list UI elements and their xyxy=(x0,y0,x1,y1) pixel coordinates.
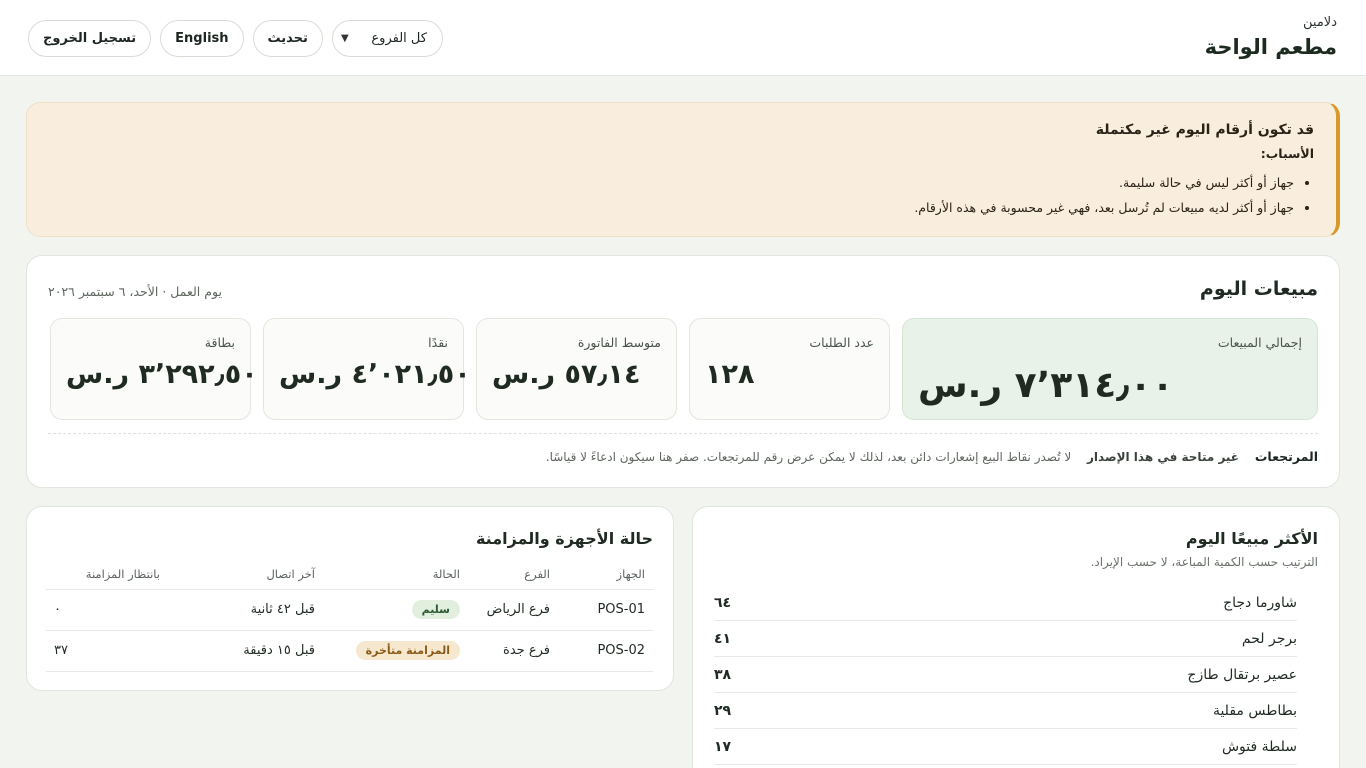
header-controls: ▼ كل الفروع تحديث English تسجيل الخروج xyxy=(28,20,443,57)
device-id: POS-02 xyxy=(558,630,653,672)
item-name: شاورما دجاج xyxy=(1223,594,1297,611)
devices-table: الجهاز الفرع الحالة آخر اتصال بانتظار ال… xyxy=(46,559,653,672)
item-name: عصير برتقال طازج xyxy=(1187,666,1297,683)
kpi-value: ١٢٨ xyxy=(705,359,755,390)
kpi-label: عدد الطلبات xyxy=(809,335,874,350)
device-branch: فرع جدة xyxy=(468,630,558,672)
todays-sales-card: مبيعات اليوم يوم العمل · الأحد، ٦ سبتمبر… xyxy=(26,255,1340,488)
kpi-cash: نقدًا ٤٬٠٢١٫٥٠ ر.س xyxy=(263,318,471,420)
device-pending: ٣٧ xyxy=(46,630,168,672)
warning-reason: جهاز أو أكثر لديه مبيعات لم تُرسل بعد، ف… xyxy=(49,195,1294,220)
item-count: ١٧ xyxy=(714,738,732,755)
item-count: ٤١ xyxy=(714,630,732,647)
item-name: بطاطس مقلية xyxy=(1212,702,1297,719)
item-count: ٣٨ xyxy=(714,666,732,683)
returns-row: المرتجعات غير متاحة في هذا الإصدار لا تُ… xyxy=(546,449,1318,464)
kpi-label: بطاقة xyxy=(204,335,235,350)
sales-title: مبيعات اليوم xyxy=(1199,278,1318,300)
list-item: برجر لحم ٤١ xyxy=(714,621,1297,657)
column-header: الجهاز xyxy=(558,559,653,590)
warning-title: قد تكون أرقام اليوم غير مكتملة xyxy=(1095,122,1314,138)
kpi-value: ٤٬٠٢١٫٥٠ ر.س xyxy=(279,359,471,390)
warning-reasons-list: جهاز أو أكثر ليس في حالة سليمة. جهاز أو … xyxy=(49,170,1314,220)
table-header-row: الجهاز الفرع الحالة آخر اتصال بانتظار ال… xyxy=(46,559,653,590)
status-badge: سليم xyxy=(411,600,460,619)
top-sellers-hint: الترتيب حسب الكمية المباعة، لا حسب الإير… xyxy=(1090,555,1318,569)
kpi-label: إجمالي المبيعات xyxy=(1217,335,1302,350)
table-row: POS-02 فرع جدة المزامنة متأخرة قبل ١٥ دق… xyxy=(46,630,653,672)
branch-select-value: كل الفروع xyxy=(371,31,427,46)
top-sellers-title: الأكثر مبيعًا اليوم xyxy=(1185,529,1318,548)
business-day: يوم العمل · الأحد، ٦ سبتمبر ٢٠٢٦ xyxy=(48,284,222,299)
kpi-value: ٣٬٢٩٢٫٥٠ ر.س xyxy=(66,359,258,390)
chevron-down-icon: ▼ xyxy=(340,33,349,44)
list-item: عصير برتقال طازج ٣٨ xyxy=(714,657,1297,693)
returns-note: لا تُصدر نقاط البيع إشعارات دائن بعد، لذ… xyxy=(545,450,1072,464)
divider xyxy=(48,433,1318,434)
incomplete-data-warning: قد تكون أرقام اليوم غير مكتملة الأسباب: … xyxy=(26,102,1340,237)
kpi-card: بطاقة ٣٬٢٩٢٫٥٠ ر.س xyxy=(50,318,258,420)
device-status-cell: سليم xyxy=(323,589,468,631)
list-item: شاورما دجاج ٦٤ xyxy=(714,585,1297,621)
column-header: الفرع xyxy=(468,559,558,590)
kpi-label: متوسط الفاتورة xyxy=(577,335,661,350)
item-count: ٢٩ xyxy=(714,702,732,719)
device-pending: ٠ xyxy=(46,589,168,631)
returns-label: المرتجعات xyxy=(1254,449,1318,464)
device-last-seen: قبل ١٥ دقيقة xyxy=(168,630,323,672)
kpi-average-invoice: متوسط الفاتورة ٥٧٫١٤ ر.س xyxy=(476,318,677,420)
restaurant-name: مطعم الواحة xyxy=(1204,35,1337,59)
kpi-value: ٥٧٫١٤ ر.س xyxy=(492,359,641,390)
column-header: آخر اتصال xyxy=(168,559,323,590)
warning-reasons-label: الأسباب: xyxy=(1260,146,1314,161)
column-header: بانتظار المزامنة xyxy=(46,559,168,590)
item-name: برجر لحم xyxy=(1241,630,1297,647)
devices-sync-card: حالة الأجهزة والمزامنة الجهاز الفرع الحا… xyxy=(26,506,674,691)
top-bar: دلامين مطعم الواحة ▼ كل الفروع تحديث Eng… xyxy=(0,0,1366,76)
language-button[interactable]: English xyxy=(160,20,244,57)
status-badge: المزامنة متأخرة xyxy=(355,641,460,660)
warning-reason: جهاز أو أكثر ليس في حالة سليمة. xyxy=(49,170,1294,195)
list-item: بطاطس مقلية ٢٩ xyxy=(714,693,1297,729)
brand-subtitle: دلامين xyxy=(1303,15,1337,30)
kpi-total-sales: إجمالي المبيعات ٧٬٣١٤٫٠٠ ر.س xyxy=(902,318,1318,420)
item-count: ٦٤ xyxy=(714,594,732,611)
branch-select[interactable]: ▼ كل الفروع xyxy=(331,20,443,57)
top-sellers-list: شاورما دجاج ٦٤ برجر لحم ٤١ عصير برتقال ط… xyxy=(714,585,1297,765)
item-name: سلطة فتوش xyxy=(1221,738,1297,755)
column-header: الحالة xyxy=(323,559,468,590)
list-item: سلطة فتوش ١٧ xyxy=(714,729,1297,765)
kpi-value: ٧٬٣١٤٫٠٠ ر.س xyxy=(918,365,1174,406)
top-sellers-card: الأكثر مبيعًا اليوم الترتيب حسب الكمية ا… xyxy=(692,506,1340,768)
brand: دلامين مطعم الواحة xyxy=(1205,14,1337,62)
kpi-order-count: عدد الطلبات ١٢٨ xyxy=(689,318,890,420)
logout-button[interactable]: تسجيل الخروج xyxy=(28,20,152,57)
kpi-label: نقدًا xyxy=(428,335,448,350)
refresh-button[interactable]: تحديث xyxy=(252,20,323,57)
kpi-row: إجمالي المبيعات ٧٬٣١٤٫٠٠ ر.س عدد الطلبات… xyxy=(48,318,1318,420)
returns-status: غير متاحة في هذا الإصدار xyxy=(1087,450,1240,464)
device-status-cell: المزامنة متأخرة xyxy=(323,630,468,672)
sales-header: مبيعات اليوم يوم العمل · الأحد، ٦ سبتمبر… xyxy=(48,278,1318,306)
table-row: POS-01 فرع الرياض سليم قبل ٤٢ ثانية ٠ xyxy=(46,589,653,631)
device-id: POS-01 xyxy=(558,589,653,631)
device-last-seen: قبل ٤٢ ثانية xyxy=(168,589,323,631)
devices-title: حالة الأجهزة والمزامنة xyxy=(475,529,653,548)
device-branch: فرع الرياض xyxy=(468,589,558,631)
